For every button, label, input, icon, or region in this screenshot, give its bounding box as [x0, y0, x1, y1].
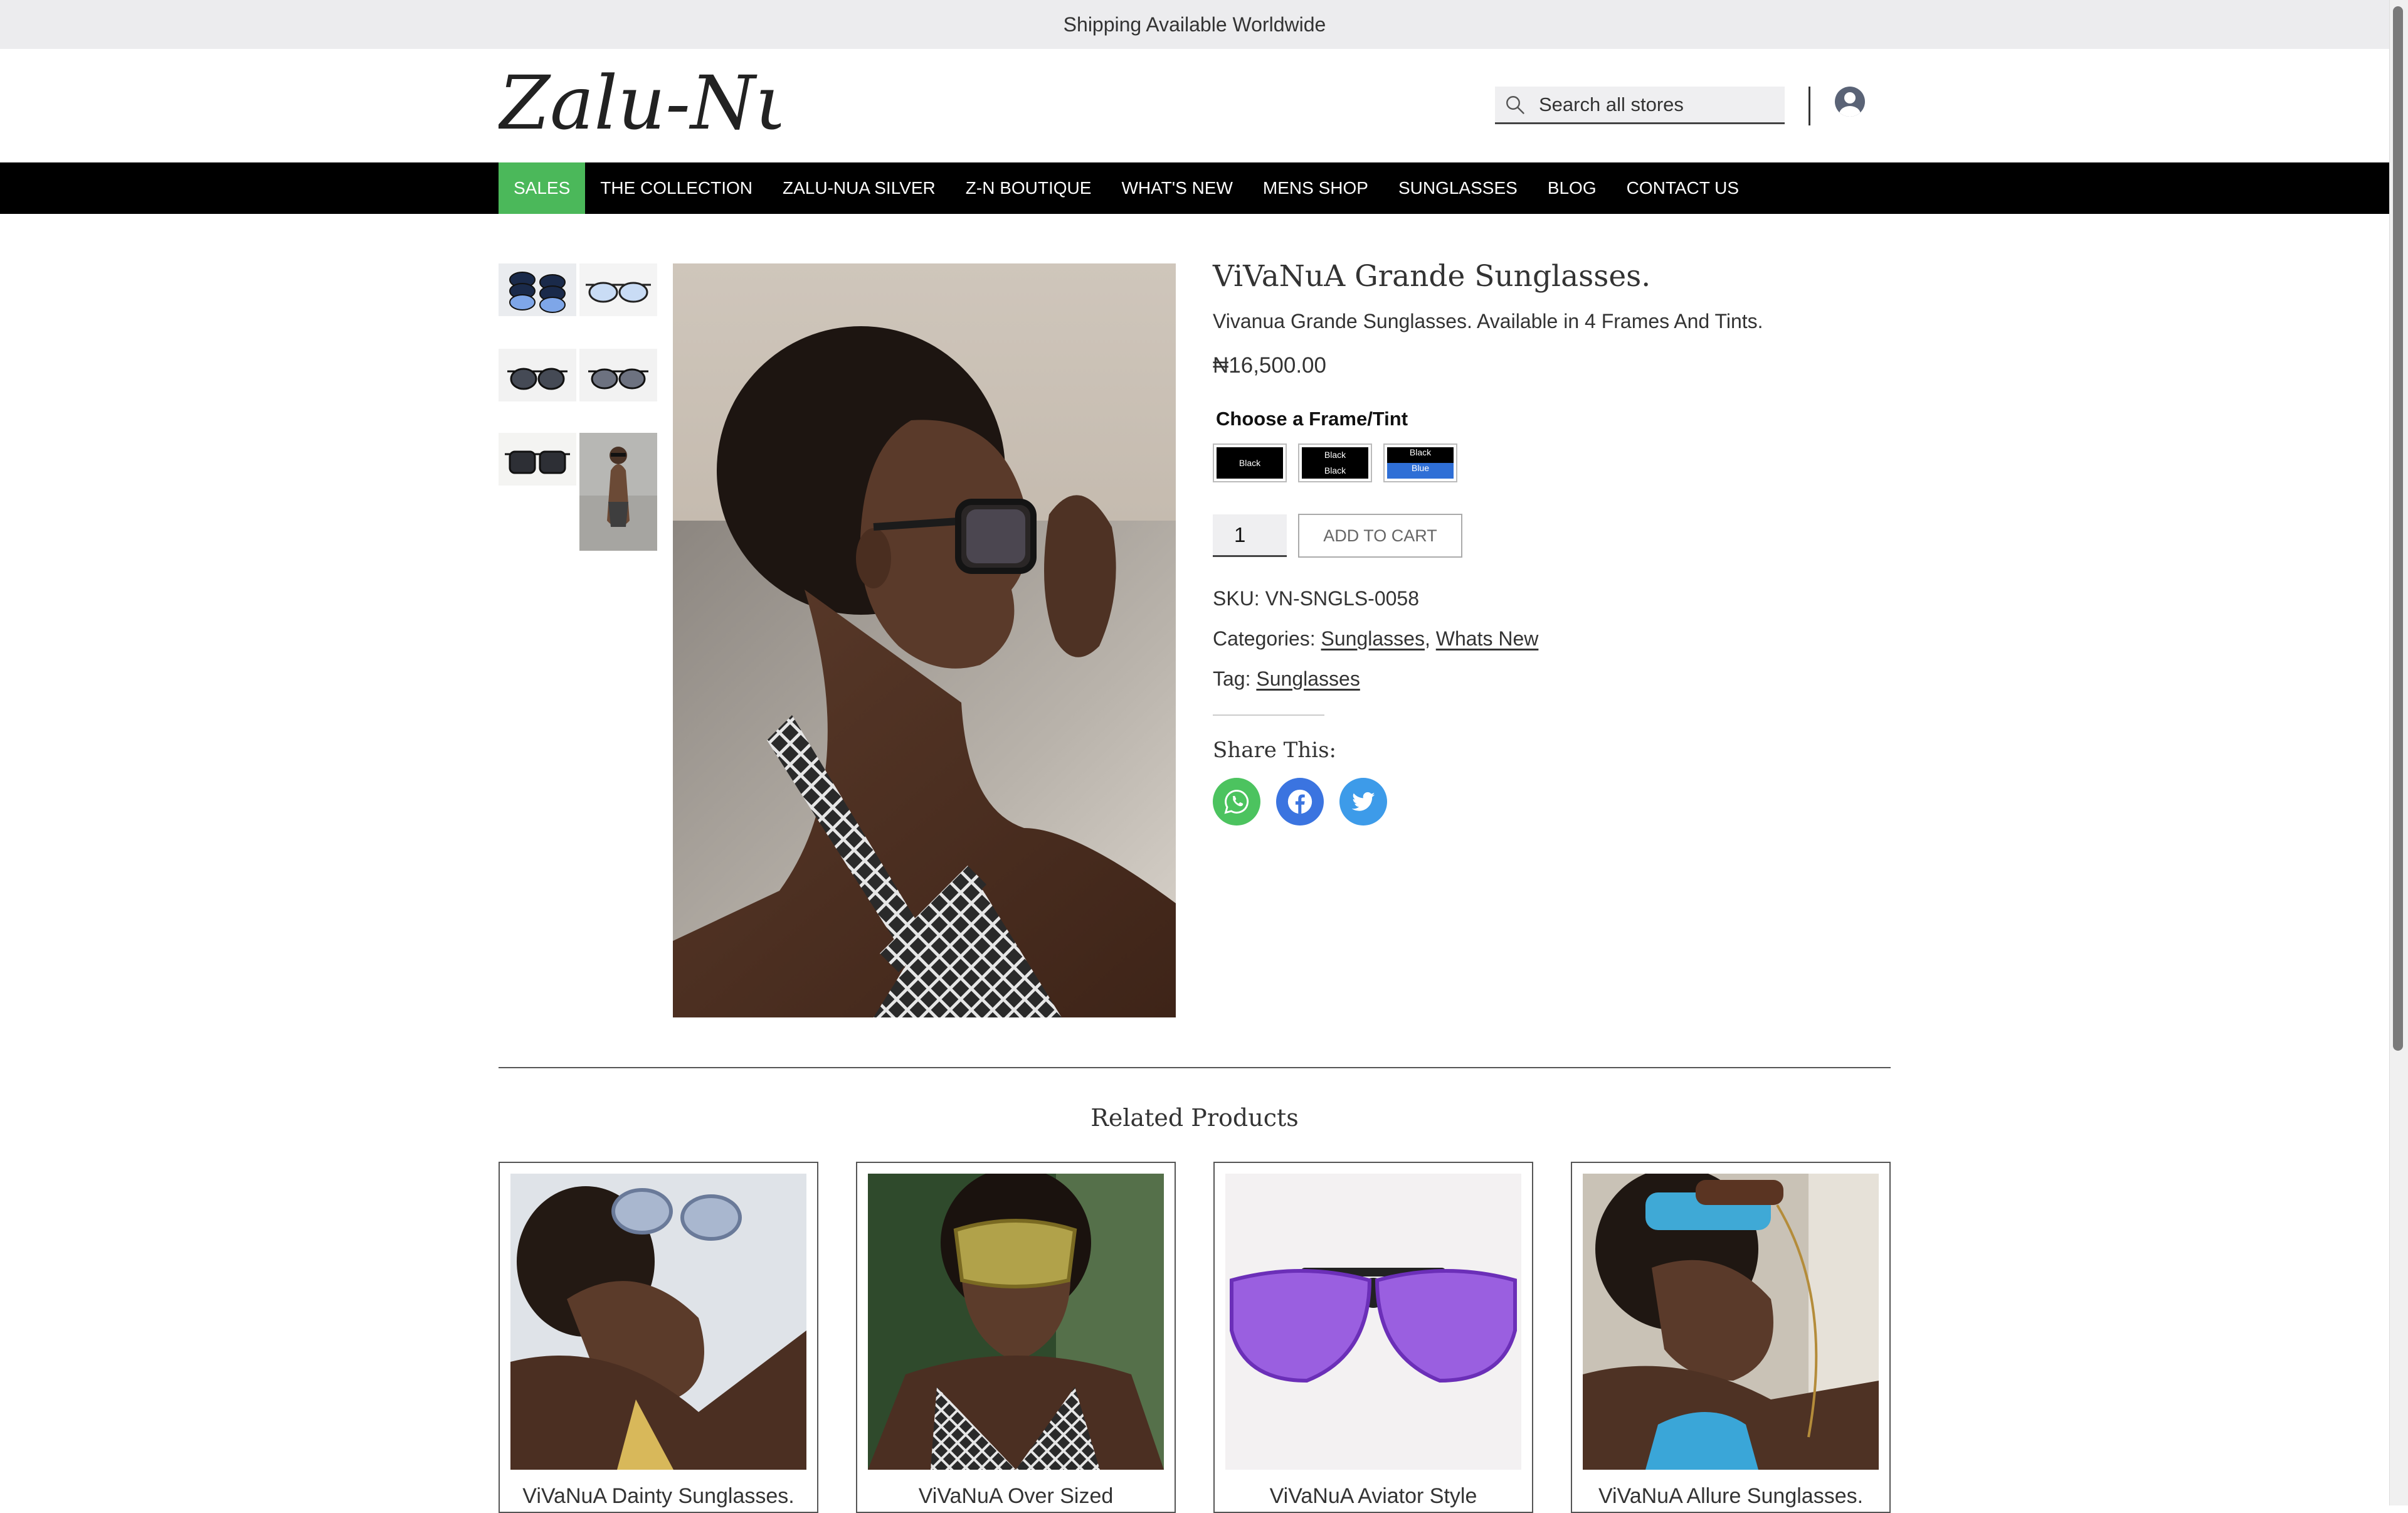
nav-item-zalu-nua-silver[interactable]: ZALU-NUA SILVER	[768, 162, 951, 214]
share-twitter-button[interactable]	[1339, 778, 1387, 826]
product-title: ViVaNuA Grande Sunglasses.	[1213, 259, 1651, 294]
nav-item-sunglasses[interactable]: SUNGLASSES	[1383, 162, 1533, 214]
twitter-icon	[1351, 792, 1375, 811]
related-product-title-1[interactable]: ViVaNuA Dainty Sunglasses.	[500, 1484, 817, 1509]
swatch-black-black[interactable]: Black Black	[1298, 443, 1372, 482]
product-price: ₦16,500.00	[1213, 353, 1326, 378]
tag-label: Tag:	[1213, 667, 1251, 690]
section-divider	[499, 1067, 1891, 1068]
tag-row: Tag: Sunglasses	[1213, 667, 1360, 691]
logo-text: Zalu-Nua	[499, 63, 781, 144]
related-product-title-3[interactable]: ViVaNuA Aviator Style	[1215, 1484, 1532, 1509]
add-to-cart-button[interactable]: ADD TO CART	[1298, 514, 1462, 558]
nav-item-contact-us[interactable]: CONTACT US	[1612, 162, 1754, 214]
swatch-black-black-top: Black	[1324, 450, 1346, 460]
nav-item-mens-shop[interactable]: MENS SHOP	[1248, 162, 1383, 214]
sku-value: VN-SNGLS-0058	[1265, 587, 1420, 610]
tag-link-sunglasses[interactable]: Sunglasses	[1256, 667, 1360, 690]
quantity-input[interactable]	[1213, 514, 1287, 557]
share-label: Share This:	[1213, 738, 1336, 763]
search-input[interactable]	[1539, 93, 1777, 116]
scrollbar-thumb[interactable]	[2393, 6, 2403, 1051]
whatsapp-icon	[1224, 790, 1249, 814]
related-product-card-1[interactable]: ViVaNuA Dainty Sunglasses.	[499, 1162, 818, 1513]
search-icon[interactable]	[1504, 93, 1526, 116]
related-product-image-3[interactable]	[1225, 1174, 1521, 1470]
nav-item-blog[interactable]: BLOG	[1533, 162, 1612, 214]
nav-item-z-n-boutique[interactable]: Z-N BOUTIQUE	[951, 162, 1107, 214]
categories-row: Categories: Sunglasses, Whats New	[1213, 627, 1538, 650]
swatch-black-blue-top: Black	[1409, 447, 1432, 457]
related-product-card-4[interactable]: ViVaNuA Allure Sunglasses.	[1571, 1162, 1891, 1513]
categories-label: Categories:	[1213, 627, 1316, 650]
related-product-title-4[interactable]: ViVaNuA Allure Sunglasses.	[1572, 1484, 1889, 1509]
related-product-card-2[interactable]: ViVaNuA Over Sized	[856, 1162, 1176, 1513]
product-thumbnail-3[interactable]	[499, 349, 576, 401]
search-box[interactable]	[1495, 87, 1785, 124]
nav-item-the-collection[interactable]: THE COLLECTION	[585, 162, 768, 214]
related-product-image-4[interactable]	[1583, 1174, 1879, 1470]
product-main-image[interactable]	[673, 263, 1176, 1017]
product-thumbnail-4[interactable]	[579, 349, 657, 401]
product-description: Vivanua Grande Sunglasses. Available in …	[1213, 310, 1763, 332]
related-product-image-1[interactable]	[510, 1174, 806, 1470]
share-divider	[1213, 714, 1324, 716]
account-icon[interactable]	[1834, 85, 1866, 118]
category-separator: ,	[1424, 627, 1430, 650]
related-product-card-3[interactable]: ViVaNuA Aviator Style	[1213, 1162, 1533, 1513]
related-product-image-2[interactable]	[868, 1174, 1164, 1470]
main-navigation: SALES THE COLLECTION ZALU-NUA SILVER Z-N…	[0, 162, 2389, 214]
share-facebook-button[interactable]	[1276, 778, 1324, 826]
product-thumbnail-5[interactable]	[499, 433, 576, 486]
related-product-title-2[interactable]: ViVaNuA Over Sized	[857, 1484, 1175, 1509]
product-thumbnail-6[interactable]	[579, 433, 657, 551]
related-products-title: Related Products	[1090, 1104, 1299, 1132]
nav-item-whats-new[interactable]: WHAT'S NEW	[1106, 162, 1247, 214]
category-link-whats-new[interactable]: Whats New	[1436, 627, 1539, 650]
facebook-icon	[1287, 789, 1312, 814]
swatch-black[interactable]: Black	[1213, 443, 1287, 482]
product-thumbnail-1[interactable]	[499, 263, 576, 316]
share-whatsapp-button[interactable]	[1213, 778, 1260, 826]
swatch-black-black-bottom: Black	[1324, 465, 1346, 476]
sku-row: SKU: VN-SNGLS-0058	[1213, 587, 1419, 610]
announcement-text: Shipping Available Worldwide	[1063, 13, 1326, 36]
swatch-black-label: Black	[1238, 457, 1261, 468]
logo[interactable]: Zalu-Nua	[499, 63, 781, 144]
sku-label: SKU:	[1213, 587, 1260, 610]
nav-item-sales[interactable]: SALES	[499, 162, 586, 214]
swatch-black-blue-bottom: Blue	[1387, 463, 1454, 479]
header-divider	[1809, 87, 1810, 125]
category-link-sunglasses[interactable]: Sunglasses	[1321, 627, 1425, 650]
product-thumbnail-2[interactable]	[579, 263, 657, 316]
variant-label: Choose a Frame/Tint	[1216, 408, 1408, 430]
announcement-bar: Shipping Available Worldwide	[0, 0, 2389, 49]
swatch-black-blue[interactable]: Black Blue	[1383, 443, 1457, 482]
